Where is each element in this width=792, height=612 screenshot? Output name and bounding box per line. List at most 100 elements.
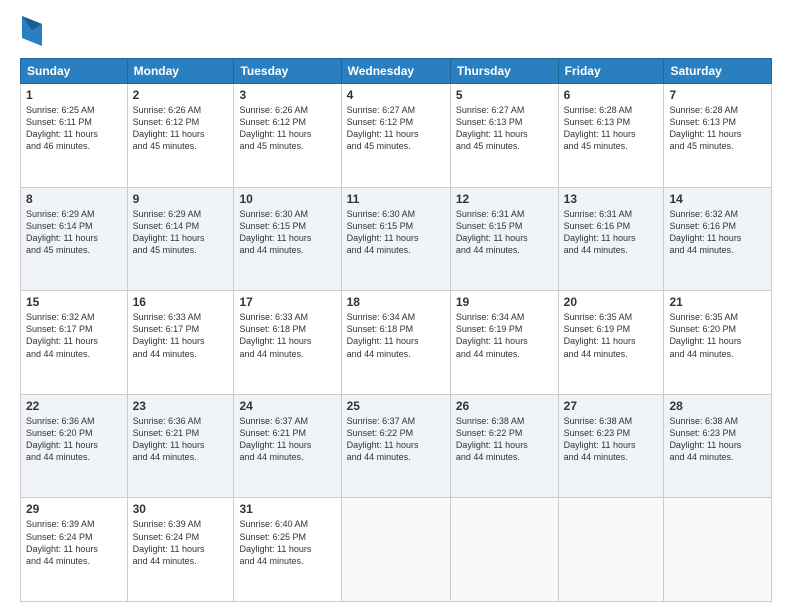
calendar-day-cell — [341, 498, 450, 602]
day-number: 30 — [133, 502, 229, 516]
header — [20, 16, 772, 48]
day-info: Sunrise: 6:33 AM Sunset: 6:18 PM Dayligh… — [239, 311, 335, 360]
calendar-day-cell: 13Sunrise: 6:31 AM Sunset: 6:16 PM Dayli… — [558, 187, 664, 291]
calendar-day-cell: 16 Sunrise: 6:33 AM Sunset: 6:17 PM Dayli… — [127, 291, 234, 395]
calendar-day-cell: 11 Sunrise: 6:30 AM Sunset: 6:15 PM Dayli… — [341, 187, 450, 291]
calendar-day-cell: 6 Sunrise: 6:28 AM Sunset: 6:13 PM Daylig… — [558, 84, 664, 188]
calendar-day-cell: 10 Sunrise: 6:30 AM Sunset: 6:15 PM Dayli… — [234, 187, 341, 291]
calendar-header-saturday: Saturday — [664, 59, 772, 84]
day-info: Sunrise: 6:38 AM Sunset: 6:22 PM Dayligh… — [456, 415, 553, 464]
calendar-header-wednesday: Wednesday — [341, 59, 450, 84]
day-info: Sunrise: 6:39 AM Sunset: 6:24 PM Dayligh… — [26, 518, 122, 567]
day-info: Sunrise: 6:28 AM Sunset: 6:13 PM Dayligh… — [669, 104, 766, 153]
calendar-day-cell: 30Sunrise: 6:39 AM Sunset: 6:24 PM Dayli… — [127, 498, 234, 602]
calendar-day-cell: 1 Sunrise: 6:25 AM Sunset: 6:11 PM Daylig… — [21, 84, 128, 188]
calendar-header-sunday: Sunday — [21, 59, 128, 84]
day-number: 11 — [347, 192, 445, 206]
day-number: 19 — [456, 295, 553, 309]
day-info: Sunrise: 6:30 AM Sunset: 6:15 PM Dayligh… — [239, 208, 335, 257]
calendar-day-cell: 29 Sunrise: 6:39 AM Sunset: 6:24 PM Dayli… — [21, 498, 128, 602]
calendar-header-monday: Monday — [127, 59, 234, 84]
calendar-day-cell: 4 Sunrise: 6:27 AM Sunset: 6:12 PM Daylig… — [341, 84, 450, 188]
day-info: Sunrise: 6:27 AM Sunset: 6:12 PM Dayligh… — [347, 104, 445, 153]
day-number: 13 — [564, 192, 659, 206]
calendar-day-cell: 14 Sunrise: 6:32 AM Sunset: 6:16 PM Dayli… — [664, 187, 772, 291]
logo-icon — [22, 16, 42, 46]
day-info: Sunrise: 6:30 AM Sunset: 6:15 PM Dayligh… — [347, 208, 445, 257]
calendar-day-cell: 23 Sunrise: 6:36 AM Sunset: 6:21 PM Dayli… — [127, 394, 234, 498]
day-info: Sunrise: 6:31 AM Sunset: 6:15 PM Dayligh… — [456, 208, 553, 257]
day-number: 14 — [669, 192, 766, 206]
day-info: Sunrise: 6:34 AM Sunset: 6:18 PM Dayligh… — [347, 311, 445, 360]
day-number: 23 — [133, 399, 229, 413]
calendar-day-cell: 22Sunrise: 6:36 AM Sunset: 6:20 PM Dayli… — [21, 394, 128, 498]
calendar-day-cell: 9 Sunrise: 6:29 AM Sunset: 6:14 PM Daylig… — [127, 187, 234, 291]
calendar-day-cell — [664, 498, 772, 602]
calendar-header-thursday: Thursday — [450, 59, 558, 84]
day-info: Sunrise: 6:25 AM Sunset: 6:11 PM Dayligh… — [26, 104, 122, 153]
day-number: 8 — [26, 192, 122, 206]
day-number: 25 — [347, 399, 445, 413]
day-number: 18 — [347, 295, 445, 309]
day-number: 10 — [239, 192, 335, 206]
logo — [20, 16, 42, 48]
day-number: 21 — [669, 295, 766, 309]
day-info: Sunrise: 6:32 AM Sunset: 6:16 PM Dayligh… — [669, 208, 766, 257]
day-number: 1 — [26, 88, 122, 102]
day-number: 27 — [564, 399, 659, 413]
calendar-day-cell: 20Sunrise: 6:35 AM Sunset: 6:19 PM Dayli… — [558, 291, 664, 395]
calendar-week-row: 8 Sunrise: 6:29 AM Sunset: 6:14 PM Daylig… — [21, 187, 772, 291]
calendar-day-cell: 8 Sunrise: 6:29 AM Sunset: 6:14 PM Daylig… — [21, 187, 128, 291]
day-info: Sunrise: 6:35 AM Sunset: 6:20 PM Dayligh… — [669, 311, 766, 360]
calendar-header-tuesday: Tuesday — [234, 59, 341, 84]
calendar-day-cell: 15Sunrise: 6:32 AM Sunset: 6:17 PM Dayli… — [21, 291, 128, 395]
day-info: Sunrise: 6:26 AM Sunset: 6:12 PM Dayligh… — [239, 104, 335, 153]
calendar-day-cell: 25 Sunrise: 6:37 AM Sunset: 6:22 PM Dayli… — [341, 394, 450, 498]
calendar-day-cell: 17 Sunrise: 6:33 AM Sunset: 6:18 PM Dayli… — [234, 291, 341, 395]
day-number: 20 — [564, 295, 659, 309]
day-info: Sunrise: 6:36 AM Sunset: 6:21 PM Dayligh… — [133, 415, 229, 464]
calendar-header-row: SundayMondayTuesdayWednesdayThursdayFrid… — [21, 59, 772, 84]
day-info: Sunrise: 6:26 AM Sunset: 6:12 PM Dayligh… — [133, 104, 229, 153]
calendar-day-cell: 7 Sunrise: 6:28 AM Sunset: 6:13 PM Daylig… — [664, 84, 772, 188]
calendar-day-cell: 28Sunrise: 6:38 AM Sunset: 6:23 PM Dayli… — [664, 394, 772, 498]
calendar-week-row: 29 Sunrise: 6:39 AM Sunset: 6:24 PM Dayli… — [21, 498, 772, 602]
calendar-day-cell: 5Sunrise: 6:27 AM Sunset: 6:13 PM Daylig… — [450, 84, 558, 188]
day-number: 12 — [456, 192, 553, 206]
day-number: 24 — [239, 399, 335, 413]
calendar-day-cell: 12 Sunrise: 6:31 AM Sunset: 6:15 PM Dayli… — [450, 187, 558, 291]
calendar-day-cell: 31 Sunrise: 6:40 AM Sunset: 6:25 PM Dayli… — [234, 498, 341, 602]
day-number: 3 — [239, 88, 335, 102]
day-number: 29 — [26, 502, 122, 516]
calendar-header-friday: Friday — [558, 59, 664, 84]
calendar-week-row: 15Sunrise: 6:32 AM Sunset: 6:17 PM Dayli… — [21, 291, 772, 395]
day-info: Sunrise: 6:37 AM Sunset: 6:21 PM Dayligh… — [239, 415, 335, 464]
day-info: Sunrise: 6:37 AM Sunset: 6:22 PM Dayligh… — [347, 415, 445, 464]
day-info: Sunrise: 6:27 AM Sunset: 6:13 PM Dayligh… — [456, 104, 553, 153]
day-number: 28 — [669, 399, 766, 413]
day-info: Sunrise: 6:33 AM Sunset: 6:17 PM Dayligh… — [133, 311, 229, 360]
calendar-day-cell — [450, 498, 558, 602]
calendar-day-cell: 2 Sunrise: 6:26 AM Sunset: 6:12 PM Daylig… — [127, 84, 234, 188]
day-number: 4 — [347, 88, 445, 102]
day-info: Sunrise: 6:29 AM Sunset: 6:14 PM Dayligh… — [133, 208, 229, 257]
day-info: Sunrise: 6:38 AM Sunset: 6:23 PM Dayligh… — [564, 415, 659, 464]
calendar-day-cell: 27 Sunrise: 6:38 AM Sunset: 6:23 PM Dayli… — [558, 394, 664, 498]
day-number: 22 — [26, 399, 122, 413]
day-number: 7 — [669, 88, 766, 102]
day-number: 31 — [239, 502, 335, 516]
day-info: Sunrise: 6:29 AM Sunset: 6:14 PM Dayligh… — [26, 208, 122, 257]
day-info: Sunrise: 6:40 AM Sunset: 6:25 PM Dayligh… — [239, 518, 335, 567]
calendar-day-cell: 3 Sunrise: 6:26 AM Sunset: 6:12 PM Daylig… — [234, 84, 341, 188]
day-info: Sunrise: 6:28 AM Sunset: 6:13 PM Dayligh… — [564, 104, 659, 153]
calendar-day-cell — [558, 498, 664, 602]
calendar-day-cell: 24 Sunrise: 6:37 AM Sunset: 6:21 PM Dayli… — [234, 394, 341, 498]
calendar-week-row: 22Sunrise: 6:36 AM Sunset: 6:20 PM Dayli… — [21, 394, 772, 498]
day-number: 15 — [26, 295, 122, 309]
day-number: 17 — [239, 295, 335, 309]
day-number: 2 — [133, 88, 229, 102]
day-number: 16 — [133, 295, 229, 309]
day-number: 6 — [564, 88, 659, 102]
calendar-day-cell: 18 Sunrise: 6:34 AM Sunset: 6:18 PM Dayli… — [341, 291, 450, 395]
day-number: 9 — [133, 192, 229, 206]
